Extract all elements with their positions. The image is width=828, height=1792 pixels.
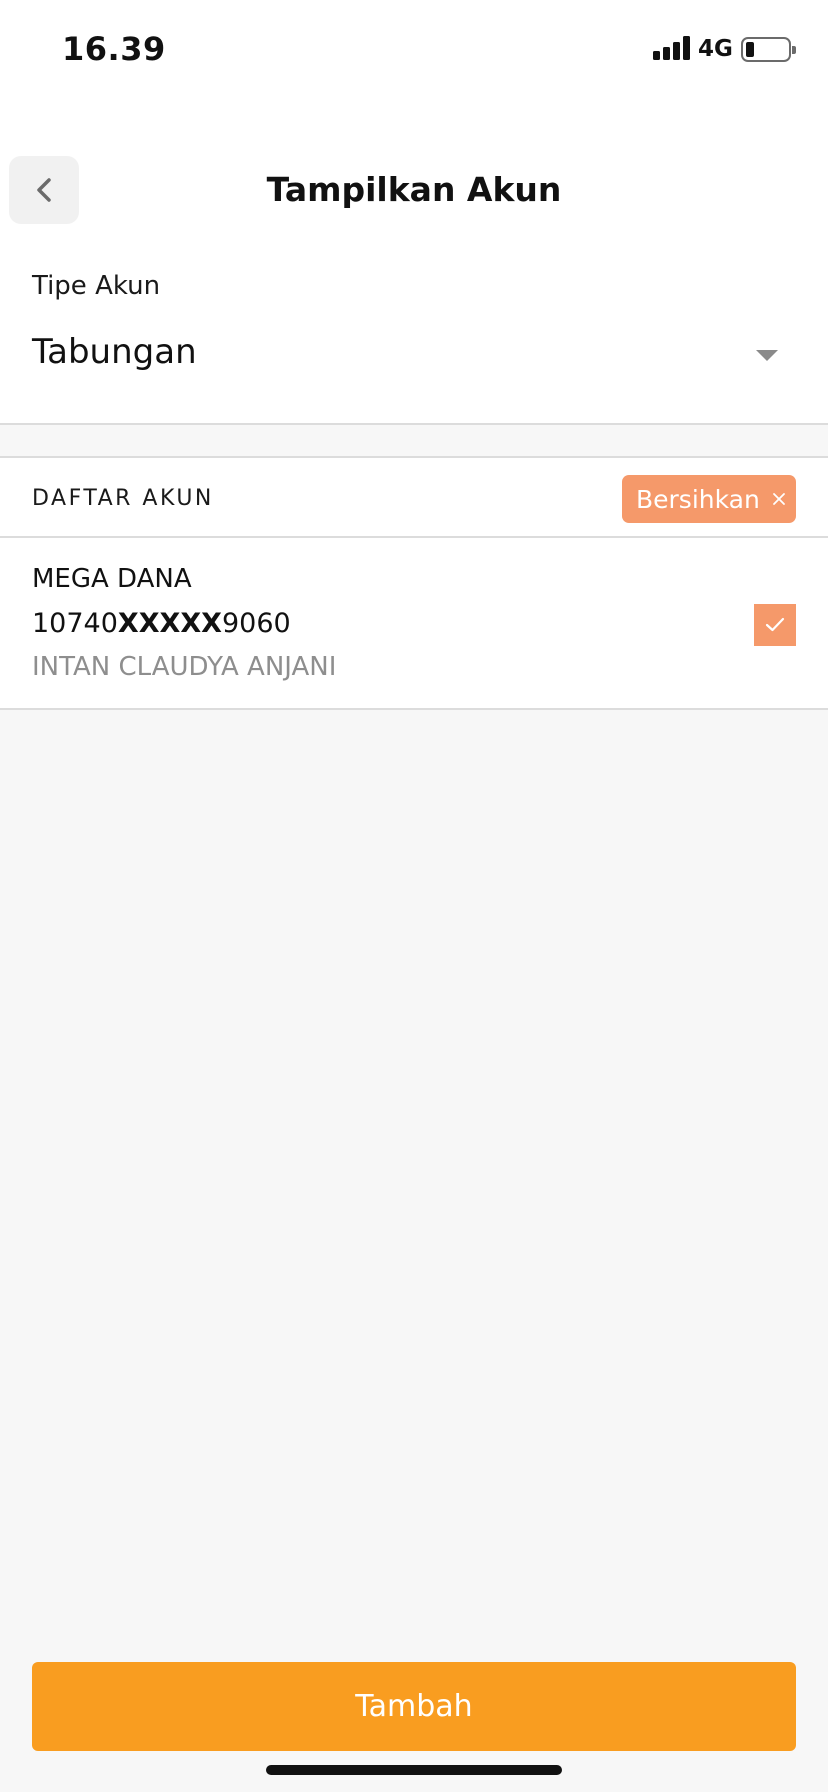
status-time: 16.39 bbox=[62, 30, 166, 68]
account-bank-name: MEGA DANA bbox=[32, 564, 192, 594]
account-type-dropdown[interactable]: Tabungan bbox=[0, 320, 828, 390]
status-bar: 16.39 4G bbox=[0, 0, 828, 100]
clear-button[interactable]: Bersihkan bbox=[622, 475, 796, 523]
battery-icon bbox=[741, 37, 796, 62]
header: Tampilkan Akun bbox=[0, 100, 828, 235]
add-button[interactable]: Tambah bbox=[32, 1662, 796, 1751]
account-type-card: Tipe Akun Tabungan bbox=[0, 235, 828, 425]
add-button-label: Tambah bbox=[355, 1689, 473, 1724]
account-number-mask: XXXXX bbox=[117, 608, 222, 639]
close-icon bbox=[772, 492, 786, 506]
home-indicator[interactable] bbox=[266, 1765, 562, 1775]
account-number: 10740XXXXX9060 bbox=[32, 608, 291, 639]
page-title: Tampilkan Akun bbox=[266, 170, 562, 209]
network-type: 4G bbox=[698, 36, 733, 62]
account-list-item[interactable]: MEGA DANA 10740XXXXX9060 INTAN CLAUDYA A… bbox=[0, 538, 828, 710]
account-list-title: DAFTAR AKUN bbox=[32, 486, 214, 511]
screen: 16.39 4G Tampilkan Akun Tipe Akun Tabung… bbox=[0, 0, 828, 1792]
account-list-header: DAFTAR AKUN Bersihkan bbox=[0, 456, 828, 538]
account-number-prefix: 10740 bbox=[32, 608, 118, 639]
check-icon bbox=[765, 617, 785, 632]
account-checkbox[interactable] bbox=[754, 604, 796, 646]
account-holder-name: INTAN CLAUDYA ANJANI bbox=[32, 652, 337, 682]
account-type-label: Tipe Akun bbox=[32, 271, 161, 301]
caret-down-icon bbox=[756, 350, 778, 361]
clear-button-label: Bersihkan bbox=[636, 484, 760, 514]
account-number-suffix: 9060 bbox=[222, 608, 291, 639]
battery-level bbox=[746, 42, 754, 57]
account-type-value: Tabungan bbox=[32, 332, 197, 372]
signal-icon bbox=[653, 36, 691, 60]
